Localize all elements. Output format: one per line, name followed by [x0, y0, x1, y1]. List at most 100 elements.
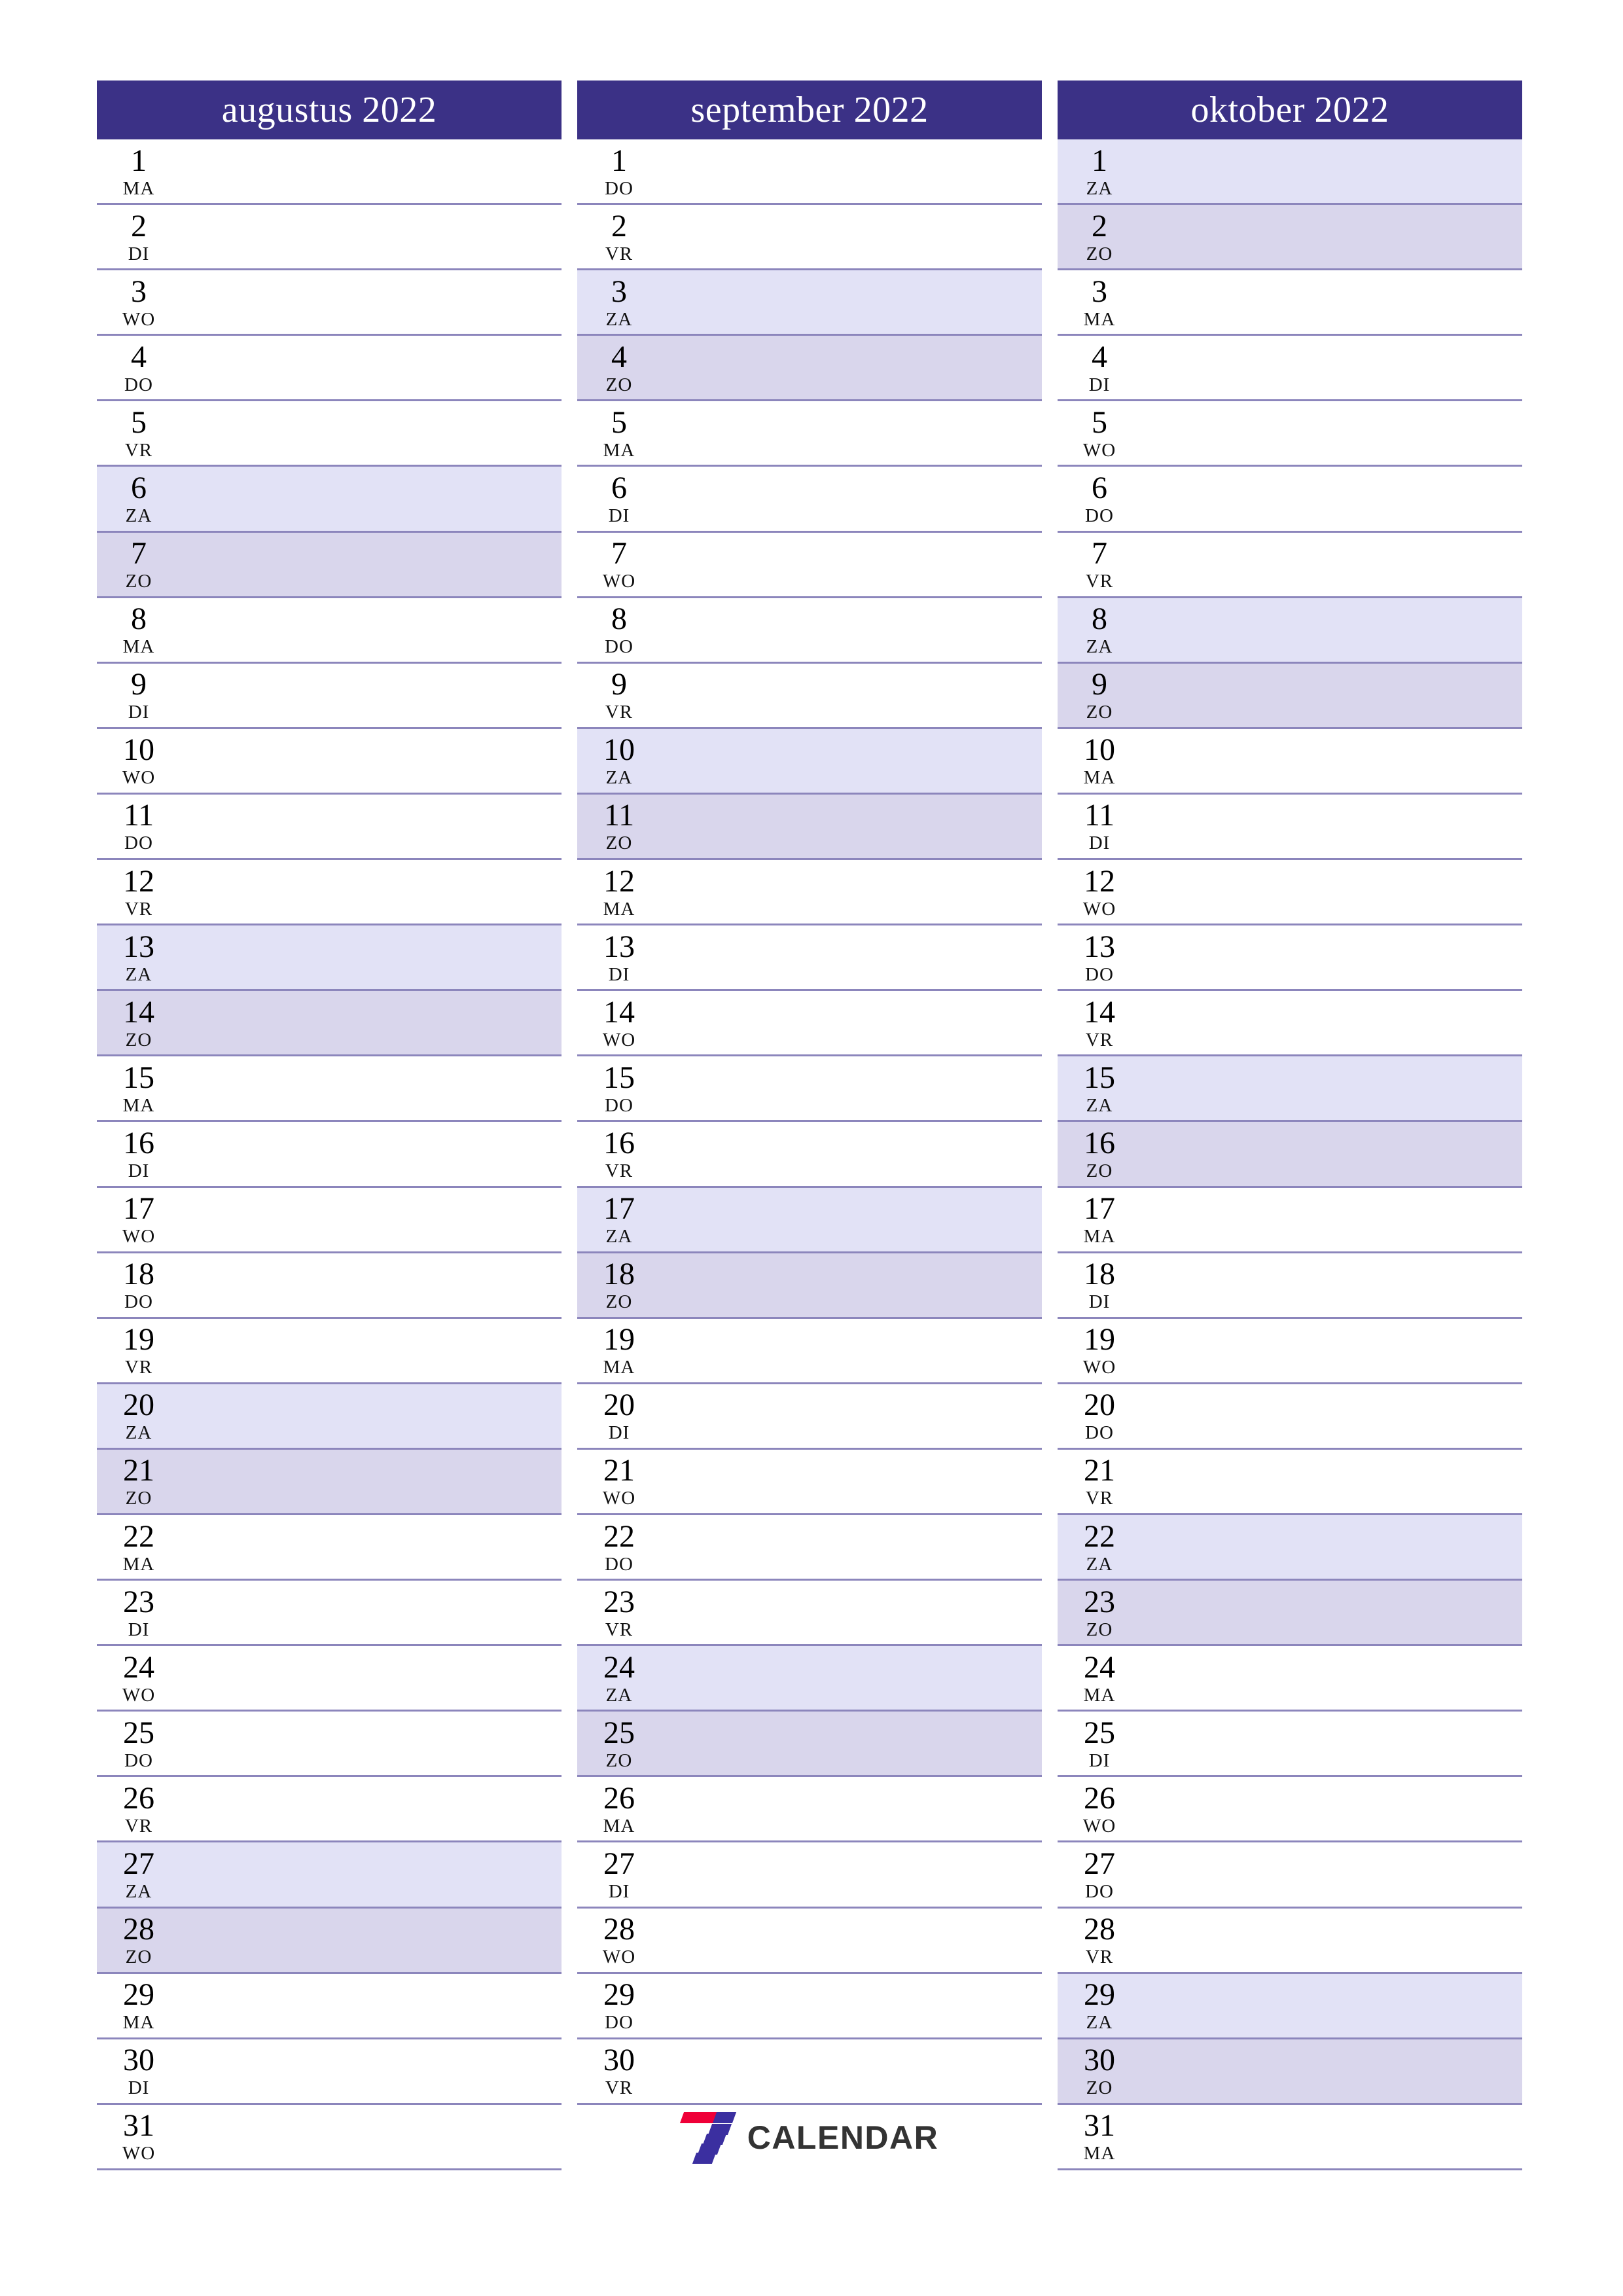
day-note-area[interactable]: [661, 1384, 1042, 1448]
day-note-area[interactable]: [181, 1384, 562, 1448]
day-row[interactable]: 24 ZA: [577, 1646, 1042, 1712]
day-note-area[interactable]: [661, 991, 1042, 1054]
day-row[interactable]: 8 ZA: [1058, 598, 1522, 664]
day-row[interactable]: 16 ZO: [1058, 1122, 1522, 1188]
day-note-area[interactable]: [181, 467, 562, 530]
day-note-area[interactable]: [661, 467, 1042, 530]
day-row[interactable]: 20 DI: [577, 1384, 1042, 1450]
day-row[interactable]: 6 DO: [1058, 467, 1522, 533]
day-note-area[interactable]: [181, 1515, 562, 1579]
day-note-area[interactable]: [661, 860, 1042, 924]
day-row[interactable]: 8 DO: [577, 598, 1042, 664]
day-note-area[interactable]: [181, 336, 562, 399]
day-note-area[interactable]: [1141, 1842, 1522, 1906]
day-row[interactable]: 17 WO: [97, 1187, 562, 1253]
day-row[interactable]: 30 VR: [577, 2039, 1042, 2105]
day-row[interactable]: 21 ZO: [97, 1449, 562, 1515]
day-note-area[interactable]: [661, 729, 1042, 793]
day-note-area[interactable]: [181, 1712, 562, 1775]
day-row[interactable]: 9 ZO: [1058, 663, 1522, 729]
day-row[interactable]: 23 DI: [97, 1581, 562, 1647]
day-note-area[interactable]: [1141, 1974, 1522, 2037]
day-row[interactable]: 3 MA: [1058, 270, 1522, 336]
day-row[interactable]: 29 ZA: [1058, 1973, 1522, 2039]
day-note-area[interactable]: [181, 1122, 562, 1185]
day-note-area[interactable]: [181, 860, 562, 924]
day-row[interactable]: 24 MA: [1058, 1646, 1522, 1712]
day-row[interactable]: 27 DI: [577, 1842, 1042, 1909]
day-note-area[interactable]: [181, 1253, 562, 1317]
day-row[interactable]: 19 WO: [1058, 1318, 1522, 1384]
day-note-area[interactable]: [1141, 664, 1522, 727]
day-note-area[interactable]: [1141, 270, 1522, 334]
day-row[interactable]: 12 VR: [97, 860, 562, 926]
day-note-area[interactable]: [1141, 533, 1522, 596]
day-note-area[interactable]: [661, 1253, 1042, 1317]
day-note-area[interactable]: [661, 925, 1042, 989]
day-row[interactable]: 31 MA: [1058, 2104, 1522, 2170]
day-note-area[interactable]: [661, 270, 1042, 334]
day-row[interactable]: 3 ZA: [577, 270, 1042, 336]
day-row[interactable]: 5 VR: [97, 401, 562, 467]
day-row[interactable]: 22 ZA: [1058, 1515, 1522, 1581]
day-note-area[interactable]: [661, 1712, 1042, 1775]
day-row[interactable]: 29 MA: [97, 1973, 562, 2039]
day-note-area[interactable]: [1141, 401, 1522, 465]
day-row[interactable]: 29 DO: [577, 1973, 1042, 2039]
day-row[interactable]: 14 WO: [577, 991, 1042, 1057]
day-note-area[interactable]: [181, 1056, 562, 1120]
day-row[interactable]: 14 ZO: [97, 991, 562, 1057]
day-note-area[interactable]: [661, 401, 1042, 465]
day-row[interactable]: 23 VR: [577, 1581, 1042, 1647]
day-note-area[interactable]: [181, 925, 562, 989]
day-note-area[interactable]: [661, 1646, 1042, 1710]
day-row[interactable]: 11 ZO: [577, 794, 1042, 861]
day-note-area[interactable]: [181, 401, 562, 465]
day-note-area[interactable]: [661, 2039, 1042, 2103]
day-note-area[interactable]: [661, 1777, 1042, 1840]
day-row[interactable]: 26 VR: [97, 1777, 562, 1843]
day-row[interactable]: 21 WO: [577, 1449, 1042, 1515]
day-note-area[interactable]: [1141, 1646, 1522, 1710]
day-row[interactable]: 16 VR: [577, 1122, 1042, 1188]
day-note-area[interactable]: [1141, 1056, 1522, 1120]
day-row[interactable]: 10 WO: [97, 728, 562, 795]
day-row[interactable]: 30 DI: [97, 2039, 562, 2105]
day-row[interactable]: 17 ZA: [577, 1187, 1042, 1253]
day-note-area[interactable]: [181, 270, 562, 334]
day-note-area[interactable]: [1141, 1253, 1522, 1317]
day-note-area[interactable]: [661, 533, 1042, 596]
day-note-area[interactable]: [1141, 2039, 1522, 2103]
day-row[interactable]: 10 ZA: [577, 728, 1042, 795]
day-row[interactable]: 28 WO: [577, 1908, 1042, 1974]
day-row[interactable]: 7 VR: [1058, 532, 1522, 598]
day-note-area[interactable]: [181, 1188, 562, 1251]
day-note-area[interactable]: [1141, 860, 1522, 924]
day-note-area[interactable]: [1141, 2105, 1522, 2168]
day-note-area[interactable]: [1141, 1384, 1522, 1448]
day-row[interactable]: 10 MA: [1058, 728, 1522, 795]
day-note-area[interactable]: [181, 664, 562, 727]
day-row[interactable]: 12 WO: [1058, 860, 1522, 926]
day-note-area[interactable]: [661, 664, 1042, 727]
day-note-area[interactable]: [181, 139, 562, 203]
day-note-area[interactable]: [1141, 139, 1522, 203]
day-row[interactable]: 1 DO: [577, 139, 1042, 206]
day-row[interactable]: 12 MA: [577, 860, 1042, 926]
day-note-area[interactable]: [1141, 729, 1522, 793]
day-row[interactable]: 18 DO: [97, 1253, 562, 1319]
day-note-area[interactable]: [1141, 1909, 1522, 1972]
day-row[interactable]: 17 MA: [1058, 1187, 1522, 1253]
day-row[interactable]: 28 ZO: [97, 1908, 562, 1974]
day-row[interactable]: 16 DI: [97, 1122, 562, 1188]
day-row[interactable]: 13 ZA: [97, 925, 562, 992]
day-row[interactable]: 3 WO: [97, 270, 562, 336]
day-note-area[interactable]: [661, 1581, 1042, 1644]
day-note-area[interactable]: [181, 533, 562, 596]
day-note-area[interactable]: [181, 205, 562, 268]
day-row[interactable]: 13 DO: [1058, 925, 1522, 992]
day-note-area[interactable]: [1141, 1515, 1522, 1579]
day-note-area[interactable]: [1141, 1122, 1522, 1185]
day-note-area[interactable]: [181, 1909, 562, 1972]
day-row[interactable]: 6 ZA: [97, 467, 562, 533]
